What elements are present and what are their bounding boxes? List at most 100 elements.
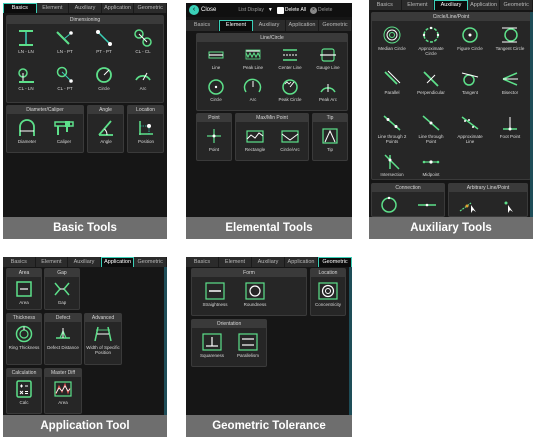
scrollbar[interactable]	[164, 267, 167, 415]
tool-cl-ln[interactable]: CL - LN	[11, 65, 41, 91]
arbitrary-line-icon[interactable]	[457, 195, 479, 215]
tool-foot-point[interactable]: Foot Point	[491, 113, 529, 139]
tab-basics[interactable]: Basics	[3, 257, 36, 267]
tab-geometric[interactable]: Geometric	[318, 257, 352, 267]
tool-roundness[interactable]: Roundness	[236, 281, 274, 307]
tool-gap[interactable]: Gap	[46, 279, 78, 305]
arc-icon	[243, 78, 262, 93]
calculator-icon	[16, 380, 32, 398]
position-icon	[139, 121, 153, 135]
tab-element[interactable]: Element	[219, 20, 253, 31]
tool-tip[interactable]: Tip	[314, 126, 346, 152]
tool-arc[interactable]: Arc	[128, 65, 158, 91]
tool-midpoint[interactable]: Midpoint	[413, 153, 449, 177]
tool-calc[interactable]: Calc	[8, 379, 40, 405]
tab-auxiliary[interactable]: Auxiliary	[69, 3, 102, 13]
tool-peak-arc[interactable]: Peak Arc	[310, 78, 346, 102]
tool-label: Circle	[98, 86, 110, 91]
tab-basics[interactable]: Basics	[369, 0, 402, 10]
tab-geometric[interactable]: Geometric	[134, 257, 167, 267]
tool-peak-circle[interactable]: Peak Circle	[273, 78, 307, 102]
tab-auxiliary[interactable]: Auxiliary	[252, 257, 285, 267]
tool-diameter[interactable]: Diameter	[10, 118, 44, 144]
tool-defect-distance[interactable]: Defect Distance	[46, 324, 80, 350]
master-diff-area-icon	[54, 381, 72, 397]
tool-ln-ln[interactable]: LN - LN	[11, 28, 41, 54]
tool-width-of-specific-position[interactable]: Width of Specific Position	[86, 324, 120, 355]
tool-gauge-line[interactable]: Gauge Line	[310, 46, 346, 70]
tool-tangent[interactable]: Tangent	[452, 69, 488, 95]
tool-circle[interactable]: Circle	[199, 78, 233, 102]
tool-line[interactable]: Line	[199, 46, 233, 70]
tool-parallel[interactable]: Parallel	[374, 69, 410, 95]
tool-caliper[interactable]: Caliper	[47, 118, 81, 144]
approximate-circle-icon	[422, 26, 440, 43]
tool-perpendicular[interactable]: Perpendicular	[413, 69, 449, 95]
tool-squareness[interactable]: Squareness	[194, 332, 230, 358]
tab-application[interactable]: Application	[100, 257, 135, 267]
median-circle-icon	[383, 26, 401, 44]
delete-button[interactable]: × Delete	[310, 6, 332, 14]
tool-pt-pt[interactable]: PT - PT	[89, 28, 119, 54]
tool-area[interactable]: Area	[8, 279, 40, 305]
tool-straightness[interactable]: Straightness	[196, 281, 234, 307]
tool-circle-arc[interactable]: Circle/Arc	[273, 126, 307, 152]
tool-parallelism[interactable]: Parallelism	[230, 332, 266, 358]
tool-position[interactable]: Position	[130, 118, 162, 144]
concentricity-icon	[318, 282, 338, 300]
scrollbar[interactable]	[349, 267, 352, 415]
tool-peak-line[interactable]: Peak Line	[236, 46, 270, 70]
tab-application[interactable]: Application	[468, 0, 501, 10]
scrollbar[interactable]	[530, 12, 533, 217]
tab-element[interactable]: Element	[402, 0, 435, 10]
chevron-down-icon[interactable]: ▼	[268, 7, 273, 13]
connection-line-icon[interactable]	[416, 195, 438, 215]
tab-bar: Basics Element Auxiliary Application Geo…	[3, 257, 167, 267]
tool-line-through-2-points[interactable]: Line through 2 Points	[374, 113, 410, 144]
group-location: Location Concentricity	[310, 268, 346, 316]
tool-concentricity[interactable]: Concentricity	[312, 281, 344, 307]
tab-element[interactable]: Element	[219, 257, 252, 267]
tab-auxiliary[interactable]: Auxiliary	[253, 20, 286, 31]
tab-application[interactable]: Application	[102, 3, 135, 13]
tab-geometric[interactable]: Geometric	[134, 3, 167, 13]
tool-figure-circle[interactable]: Figure Circle	[452, 25, 488, 51]
tab-application[interactable]: Application	[285, 257, 318, 267]
tool-label: Bisector	[501, 90, 519, 95]
tab-basics[interactable]: Basics	[186, 257, 219, 267]
tab-geometric[interactable]: Geometric	[319, 20, 352, 31]
tab-auxiliary[interactable]: Auxiliary	[434, 0, 468, 10]
connection-circle-icon[interactable]	[378, 195, 400, 215]
tool-label: Peak Arc	[318, 97, 337, 102]
tool-approximate-circle[interactable]: Approximate Circle	[413, 25, 449, 56]
tab-basics[interactable]: Basics	[3, 3, 37, 13]
tool-bisector[interactable]: Bisector	[491, 69, 529, 95]
cl-cl-icon	[134, 29, 152, 47]
tab-geometric[interactable]: Geometric	[500, 0, 533, 10]
tool-ln-pt[interactable]: LN - PT	[50, 28, 80, 54]
arbitrary-point-icon[interactable]	[497, 195, 519, 215]
tool-master-diff-area[interactable]: Area	[46, 379, 80, 405]
delete-all-button[interactable]: Delete All	[276, 6, 306, 14]
tool-approximate-line[interactable]: Approximate Line	[452, 113, 488, 144]
tool-ring-thickness[interactable]: Ring Thickness	[8, 324, 40, 350]
tab-application[interactable]: Application	[286, 20, 319, 31]
tool-cl-pt[interactable]: CL - PT	[50, 65, 80, 91]
tool-point[interactable]: Point	[198, 126, 230, 152]
ring-thickness-icon	[15, 325, 33, 343]
tab-auxiliary[interactable]: Auxiliary	[68, 257, 101, 267]
tool-tangent-circle[interactable]: Tangent Circle	[491, 25, 529, 51]
tab-basics[interactable]: Basics	[186, 20, 219, 31]
tool-median-circle[interactable]: Median Circle	[374, 25, 410, 51]
tool-line-through-point[interactable]: Line through Point	[413, 113, 449, 144]
tool-rectangle[interactable]: Rectangle	[238, 126, 272, 152]
close-button[interactable]: ‹ Close	[189, 5, 216, 15]
tab-element[interactable]: Element	[37, 3, 70, 13]
tool-intersection[interactable]: Intersection	[374, 153, 410, 177]
tab-element[interactable]: Element	[36, 257, 69, 267]
tool-cl-cl[interactable]: CL - CL	[128, 28, 158, 54]
tool-center-line[interactable]: Center Line	[273, 46, 307, 70]
tool-arc[interactable]: Arc	[236, 78, 270, 102]
tool-circle[interactable]: Circle	[89, 65, 119, 91]
tool-angle[interactable]: Angle	[90, 118, 122, 144]
